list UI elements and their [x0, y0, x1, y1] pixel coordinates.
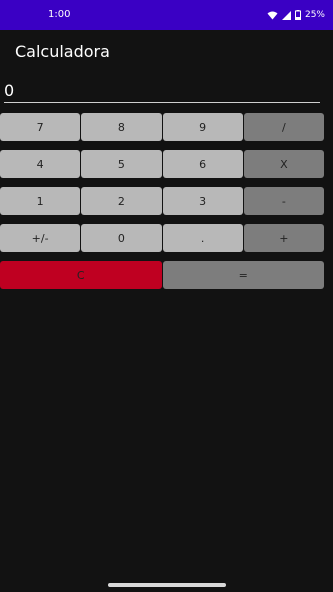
keypad-row-4: +/- 0 . +: [0, 224, 324, 252]
keypad-row-3: 1 2 3 -: [0, 187, 324, 215]
battery-percent: 25%: [304, 10, 325, 20]
status-time: 1:00: [48, 9, 71, 20]
status-icons: 25%: [267, 8, 325, 22]
key-7[interactable]: 7: [0, 113, 81, 141]
keypad-row-1: 7 8 9 /: [0, 113, 324, 141]
keypad: 7 8 9 / 4 5 6 X 1 2 3 - +/- 0 . + C =: [0, 113, 324, 298]
key-4[interactable]: 4: [0, 150, 81, 178]
key-divide[interactable]: /: [243, 113, 324, 141]
key-1[interactable]: 1: [0, 187, 81, 215]
signal-icon: [281, 10, 291, 20]
keypad-row-2: 4 5 6 X: [0, 150, 324, 178]
key-plus[interactable]: +: [243, 224, 324, 252]
key-5[interactable]: 5: [81, 150, 162, 178]
gesture-nav-handle[interactable]: [108, 583, 226, 587]
key-6[interactable]: 6: [162, 150, 243, 178]
key-9[interactable]: 9: [162, 113, 243, 141]
key-minus[interactable]: -: [243, 187, 324, 215]
battery-icon: [294, 10, 301, 20]
app-title: Calculadora: [15, 42, 110, 61]
display-value: 0: [4, 81, 15, 100]
calculator-display[interactable]: 0: [4, 80, 320, 103]
key-3[interactable]: 3: [162, 187, 243, 215]
key-decimal[interactable]: .: [162, 224, 243, 252]
clear-button[interactable]: C: [0, 261, 162, 289]
key-0[interactable]: 0: [81, 224, 162, 252]
keypad-row-5: C =: [0, 261, 324, 289]
status-bar: 1:00 25%: [0, 0, 333, 30]
key-plus-minus[interactable]: +/-: [0, 224, 81, 252]
key-multiply[interactable]: X: [243, 150, 324, 178]
key-8[interactable]: 8: [81, 113, 162, 141]
wifi-icon: [267, 11, 278, 20]
equals-button[interactable]: =: [162, 261, 324, 289]
key-2[interactable]: 2: [81, 187, 162, 215]
